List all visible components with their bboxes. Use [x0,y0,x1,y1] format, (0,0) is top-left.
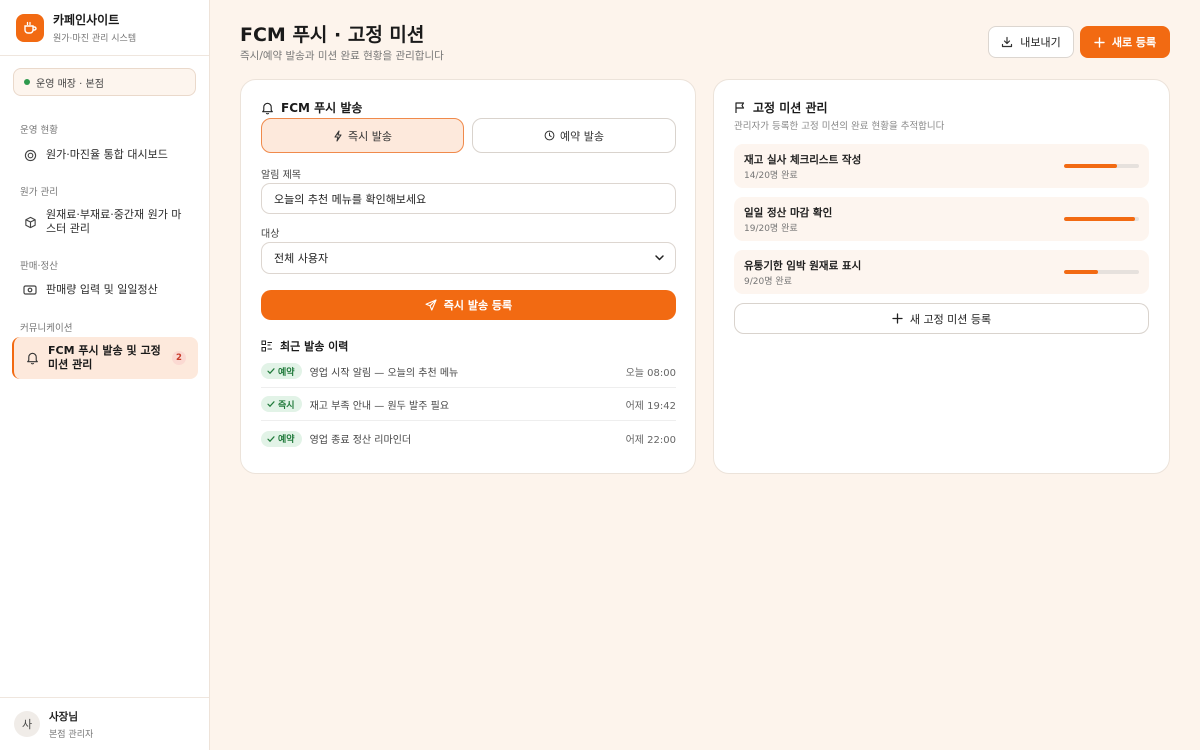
list-icon [261,340,272,352]
new-button[interactable]: 새로 등록 [1080,26,1170,58]
section-label-communication: 커뮤니케이션 [20,323,73,334]
avatar: 사 [14,711,40,737]
bolt-icon [334,129,342,142]
send-label: 즉시 발송 등록 [443,299,513,312]
sidebar-item-fcm-push[interactable]: FCM 푸시 발송 및 고정 미션 관리 2 [12,337,198,379]
store-label: 운영 매장 · 본점 [36,78,104,90]
notification-title-value: 오늘의 추천 메뉴를 확인해보세요 [274,192,427,206]
tag-label: 즉시 [278,400,295,411]
history-time: 어제 22:00 [625,435,676,446]
mission-count: 19/20명 완료 [744,224,798,234]
new-label: 새로 등록 [1111,36,1157,49]
user-name: 사장님 [49,710,78,723]
check-icon [267,368,275,375]
mission-name: 재고 실사 체크리스트 작성 [744,154,862,166]
push-card-title: FCM 푸시 발송 [261,99,362,116]
progress-bar [1064,217,1139,221]
sidebar-item-dashboard[interactable]: 원가·마진율 통합 대시보드 [12,142,198,168]
progress-fill [1064,217,1136,221]
store-selector[interactable]: 운영 매장 · 본점 [13,68,196,96]
history-title-text: 최근 발송 이력 [280,340,349,353]
history-row[interactable]: 예약 영업 종료 정산 리마인더 어제 22:00 [261,422,676,455]
plus-icon [892,313,903,324]
page-title: FCM 푸시 · 고정 미션 [240,24,425,46]
target-value: 전체 사용자 [274,252,329,265]
mission-description: 관리자가 등록한 고정 미션의 완료 현황을 추적합니다 [734,121,945,132]
mission-name: 일일 정산 마감 확인 [744,207,833,219]
section-label-cost: 원가 관리 [20,187,58,198]
sidebar-item-cost-master[interactable]: 원재료·부재료·중간재 원가 마스터 관리 [12,204,198,240]
export-label: 내보내기 [1020,36,1061,49]
user-profile[interactable]: 사 사장님 본점 관리자 [0,697,209,750]
history-text: 재고 부족 안내 — 원두 발주 필요 [309,400,450,412]
tag-badge: 예약 [261,430,302,447]
notification-title-input[interactable]: 오늘의 추천 메뉴를 확인해보세요 [261,183,676,214]
section-label-operations: 운영 현황 [20,125,58,136]
history-time: 오늘 08:00 [625,367,676,379]
tag-label: 예약 [278,435,295,445]
plus-icon [1094,36,1105,48]
box-icon [22,214,38,230]
add-mission-button[interactable]: 새 고정 미션 등록 [734,303,1149,334]
send-icon [425,299,437,311]
user-role: 본점 관리자 [49,729,94,740]
tab-scheduled-send[interactable]: 예약 발송 [472,118,676,153]
add-mission-label: 새 고정 미션 등록 [909,312,992,326]
check-icon [267,401,275,408]
section-label-sales: 판매·정산 [20,261,58,272]
mission-item[interactable]: 일일 정산 마감 확인 19/20명 완료 [734,197,1149,241]
mission-count: 9/20명 완료 [744,277,792,287]
check-icon [267,435,275,442]
sidebar-item-label: 판매량 입력 및 일일정산 [46,283,158,296]
history-row[interactable]: 즉시 재고 부족 안내 — 원두 발주 필요 어제 19:42 [261,388,676,421]
sidebar-item-sales[interactable]: 판매량 입력 및 일일정산 [12,277,198,303]
tag-badge: 즉시 [261,396,302,412]
sidebar-item-label: 원가·마진율 통합 대시보드 [46,148,168,161]
sidebar: 카페인사이트 원가·마진 관리 시스템 운영 매장 · 본점 운영 현황 원가·… [0,0,210,750]
push-title-text: FCM 푸시 발송 [281,101,363,115]
mission-count: 14/20명 완료 [744,171,798,181]
target-label: 대상 [261,229,280,240]
send-button[interactable]: 즉시 발송 등록 [261,290,676,320]
download-icon [1002,36,1013,48]
sidebar-item-label: FCM 푸시 발송 및 고정 미션 관리 [48,344,161,371]
tab-label: 즉시 발송 [348,129,392,143]
status-dot [24,79,30,85]
coffee-cup-icon [16,13,44,42]
tag-badge: 예약 [261,363,302,379]
brand-subtitle: 원가·마진 관리 시스템 [53,34,137,44]
flag-icon [735,102,745,113]
bell-icon [24,350,40,366]
bell-icon [262,102,273,114]
history-text: 영업 시작 알림 — 오늘의 추천 메뉴 [309,367,459,379]
page-subtitle: 즉시/예약 발송과 미션 완료 현황을 관리합니다 [240,50,444,62]
mission-item[interactable]: 재고 실사 체크리스트 작성 14/20명 완료 [734,144,1149,188]
mission-name: 유통기한 임박 원재료 표시 [744,260,862,272]
progress-bar [1064,164,1139,168]
history-title: 최근 발송 이력 [261,338,348,354]
progress-bar [1064,270,1139,274]
tab-instant-send[interactable]: 즉시 발송 [261,118,464,153]
tab-label: 예약 발송 [560,129,604,143]
clock-icon [544,130,555,141]
progress-fill [1064,164,1117,168]
export-button[interactable]: 내보내기 [988,26,1074,58]
progress-fill [1064,270,1098,274]
history-text: 영업 종료 정산 리마인더 [309,435,412,446]
history-row[interactable]: 예약 영업 시작 알림 — 오늘의 추천 메뉴 오늘 08:00 [261,355,676,388]
notification-badge: 2 [172,351,186,365]
dashboard-icon [22,147,38,163]
chevron-down-icon [655,255,664,261]
cash-icon [22,282,38,298]
mission-card-title: 고정 미션 관리 [734,99,828,116]
mission-title-text: 고정 미션 관리 [753,101,828,115]
tag-label: 예약 [278,367,295,378]
history-time: 어제 19:42 [625,400,676,412]
mission-item[interactable]: 유통기한 임박 원재료 표시 9/20명 완료 [734,250,1149,294]
notification-title-label: 알림 제목 [261,170,301,181]
target-select[interactable]: 전체 사용자 [261,242,676,274]
brand: 카페인사이트 원가·마진 관리 시스템 [0,0,209,56]
brand-name: 카페인사이트 [53,13,120,27]
sidebar-item-label: 원재료·부재료·중간재 원가 마스터 관리 [46,208,182,235]
